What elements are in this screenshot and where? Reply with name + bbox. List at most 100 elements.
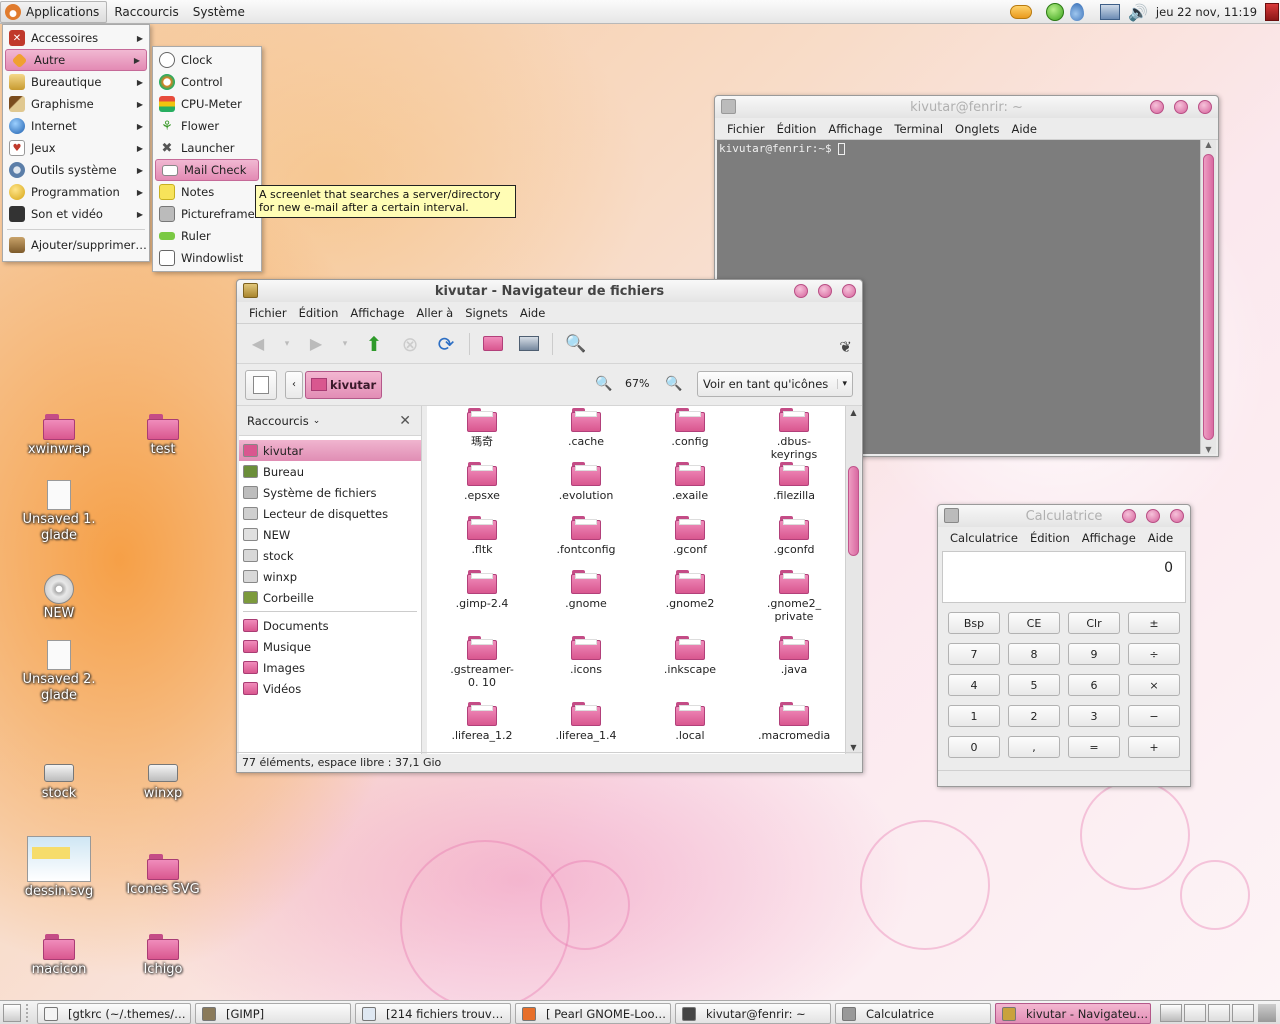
- minimize-button[interactable]: [794, 284, 808, 298]
- sidebar-item-5[interactable]: stock: [239, 545, 421, 566]
- desktop-icon-icones-svg[interactable]: Icones SVG: [113, 854, 213, 898]
- close-button[interactable]: [842, 284, 856, 298]
- desktop-icon-stock[interactable]: stock: [9, 756, 109, 802]
- scrollbar-thumb[interactable]: [848, 466, 859, 556]
- taskbar-button-5[interactable]: Calculatrice: [835, 1003, 991, 1024]
- file-item[interactable]: .config: [640, 408, 740, 448]
- panel-handle[interactable]: [26, 1004, 32, 1022]
- terminal-scrollbar[interactable]: ▲ ▼: [1200, 140, 1216, 454]
- sidebar-item-0[interactable]: kivutar: [239, 440, 421, 461]
- maximize-button[interactable]: [1146, 509, 1160, 523]
- menu-fichier[interactable]: Fichier: [249, 306, 287, 320]
- menu-onglets[interactable]: Onglets: [955, 122, 999, 136]
- file-item[interactable]: .fontconfig: [536, 516, 636, 556]
- calc-key[interactable]: Bsp: [948, 612, 1000, 634]
- calculator-titlebar[interactable]: Calculatrice: [938, 505, 1190, 527]
- file-item[interactable]: .epsxe: [432, 462, 532, 502]
- calc-key[interactable]: ÷: [1128, 643, 1180, 665]
- calc-key[interactable]: 4: [948, 674, 1000, 696]
- forward-history-dropdown[interactable]: ▾: [339, 331, 351, 357]
- path-scroll-left-button[interactable]: ‹: [285, 370, 303, 399]
- file-item[interactable]: .local: [640, 702, 740, 742]
- desktop-icon-new[interactable]: NEW: [9, 574, 109, 622]
- file-item[interactable]: .gconfd: [744, 516, 844, 556]
- menu-aide[interactable]: Aide: [1011, 122, 1036, 136]
- sidebar-item-4[interactable]: NEW: [239, 524, 421, 545]
- file-item[interactable]: .gnome2_ private: [744, 570, 844, 623]
- submenu-item-pictureframe[interactable]: Pictureframe: [153, 203, 261, 225]
- sidebar-header[interactable]: Raccourcis ⌄ ✕: [239, 406, 421, 436]
- taskbar-button-2[interactable]: [214 fichiers trouv…: [355, 1003, 511, 1024]
- file-item[interactable]: .gstreamer-0. 10: [432, 636, 532, 689]
- system-menu[interactable]: Système: [186, 1, 252, 23]
- menu-item-autre[interactable]: Autre ▶: [5, 49, 147, 71]
- file-item[interactable]: .exaile: [640, 462, 740, 502]
- calc-key[interactable]: Clr: [1068, 612, 1120, 634]
- menu-affichage[interactable]: Affichage: [350, 306, 404, 320]
- clock-label[interactable]: jeu 22 nov, 11:19: [1156, 5, 1257, 19]
- home-icon[interactable]: [480, 331, 506, 357]
- menu-item-graphisme[interactable]: Graphisme ▶: [3, 93, 149, 115]
- computer-icon[interactable]: [1100, 4, 1120, 20]
- menu-item-accessoires[interactable]: ✕ Accessoires ▶: [3, 27, 149, 49]
- zoom-in-icon[interactable]: 🔍: [665, 376, 682, 392]
- menu-aide[interactable]: Aide: [520, 306, 545, 320]
- submenu-item-cpu-meter[interactable]: CPU-Meter: [153, 93, 261, 115]
- menu-item-bureautique[interactable]: Bureautique ▶: [3, 71, 149, 93]
- file-item[interactable]: .gconf: [640, 516, 740, 556]
- submenu-item-launcher[interactable]: ✖ Launcher: [153, 137, 261, 159]
- calc-key[interactable]: 1: [948, 705, 1000, 727]
- desktop-icon-xwinwrap[interactable]: xwinwrap: [9, 414, 109, 458]
- search-icon[interactable]: 🔍: [563, 331, 589, 357]
- calc-key[interactable]: 3: [1068, 705, 1120, 727]
- file-item[interactable]: .cache: [536, 408, 636, 448]
- menu-terminal[interactable]: Terminal: [894, 122, 943, 136]
- back-history-dropdown[interactable]: ▾: [281, 331, 293, 357]
- submenu-item-clock[interactable]: Clock: [153, 49, 261, 71]
- submenu-item-flower[interactable]: ⚘ Flower: [153, 115, 261, 137]
- file-item[interactable]: .liferea_1.4: [536, 702, 636, 742]
- taskbar-button-0[interactable]: [gtkrc (~/.themes/…: [37, 1003, 191, 1024]
- submenu-item-control[interactable]: Control: [153, 71, 261, 93]
- desktop-icon-unsaved-1-glade[interactable]: Unsaved 1. glade: [9, 480, 109, 544]
- show-desktop-icon[interactable]: [3, 1004, 21, 1022]
- desktop-icon-unsaved-2-glade[interactable]: Unsaved 2. glade: [9, 640, 109, 704]
- terminal-titlebar[interactable]: kivutar@fenrir: ~: [715, 96, 1218, 118]
- menu-affichage[interactable]: Affichage: [828, 122, 882, 136]
- file-item[interactable]: .java: [744, 636, 844, 676]
- minimize-button[interactable]: [1150, 100, 1164, 114]
- calc-key[interactable]: +: [1128, 736, 1180, 758]
- workspace-2[interactable]: [1184, 1004, 1206, 1022]
- menu-signets[interactable]: Signets: [465, 306, 508, 320]
- calc-key[interactable]: ±: [1128, 612, 1180, 634]
- file-item[interactable]: .gimp-2.4: [432, 570, 532, 610]
- taskbar-button-1[interactable]: [GIMP]: [195, 1003, 351, 1024]
- submenu-item-mail-check[interactable]: Mail Check: [155, 159, 259, 181]
- menu-item-son-et-video[interactable]: Son et vidéo ▶: [3, 203, 149, 225]
- submenu-item-ruler[interactable]: Ruler: [153, 225, 261, 247]
- desktop-icon-winxp[interactable]: winxp: [113, 756, 213, 802]
- calc-key[interactable]: ×: [1128, 674, 1180, 696]
- close-sidebar-icon[interactable]: ✕: [399, 413, 411, 429]
- workspace-1[interactable]: [1160, 1004, 1182, 1022]
- calc-key[interactable]: ,: [1008, 736, 1060, 758]
- calc-key[interactable]: CE: [1008, 612, 1060, 634]
- shortcuts-menu[interactable]: Raccourcis: [107, 1, 185, 23]
- menu-fichier[interactable]: Fichier: [727, 122, 765, 136]
- menu-edition[interactable]: Édition: [299, 306, 339, 320]
- volume-icon[interactable]: 🔊: [1128, 3, 1148, 22]
- bookmark-item-2[interactable]: Images: [239, 657, 421, 678]
- maximize-button[interactable]: [818, 284, 832, 298]
- scroll-up-arrow-icon[interactable]: ▲: [846, 408, 861, 417]
- workspace-3[interactable]: [1208, 1004, 1230, 1022]
- file-item[interactable]: .macromedia: [744, 702, 844, 742]
- logout-icon[interactable]: [1265, 3, 1280, 21]
- taskbar-button-3[interactable]: [ Pearl GNOME-Loo…: [515, 1003, 671, 1024]
- file-item[interactable]: .gnome: [536, 570, 636, 610]
- forward-button[interactable]: ▶: [303, 331, 329, 357]
- keyring-icon[interactable]: [1010, 5, 1032, 19]
- toggle-location-entry-button[interactable]: [245, 369, 277, 400]
- workspace-4[interactable]: [1232, 1004, 1254, 1022]
- view-mode-select[interactable]: Voir en tant qu'icônes ▾: [697, 371, 853, 397]
- zoom-out-icon[interactable]: 🔍: [595, 376, 612, 392]
